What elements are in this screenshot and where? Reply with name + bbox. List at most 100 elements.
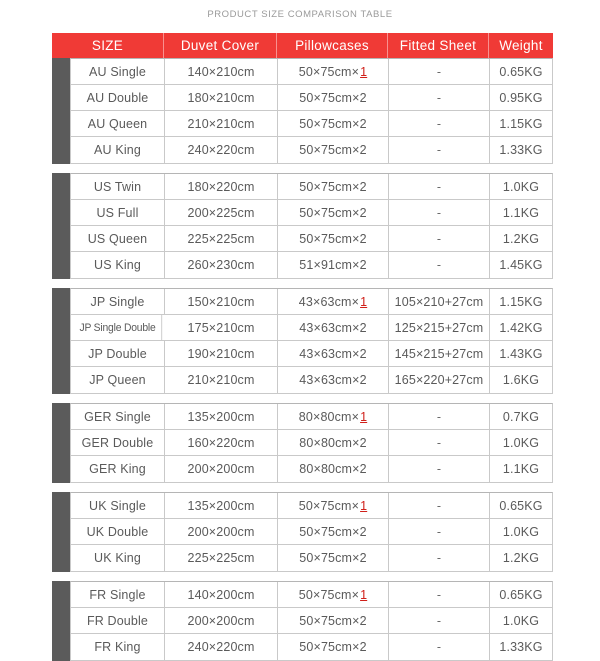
pillowcase-quantity: 2	[359, 640, 367, 654]
cell-fitted-sheet: -	[389, 608, 490, 633]
page-root: PRODUCT SIZE COMPARISON TABLE SIZE Duvet …	[0, 0, 600, 661]
cell-pillowcases: 50×75cm× 2	[278, 226, 389, 251]
pillowcase-quantity: 1	[360, 587, 368, 602]
cell-fitted-sheet: -	[389, 519, 490, 544]
table-row[interactable]: UK King 225×225cm 50×75cm× 2-1.2KG	[71, 545, 552, 571]
pillowcase-dimensions: 80×80cm×	[299, 435, 360, 450]
pillowcase-quantity: 2	[359, 205, 367, 220]
cell-fitted-sheet: 145×215+27cm	[389, 341, 490, 366]
cell-weight: 1.45KG	[499, 258, 543, 272]
pillowcase-quantity: 2	[359, 258, 367, 272]
cell-pillowcases: 50×75cm× 1	[278, 59, 389, 84]
size-comparison-table: SIZE Duvet Cover Pillowcases Fitted Sheet We…	[52, 33, 553, 661]
table-row[interactable]: AU King 240×220cm 50×75cm× 2-1.33KG	[71, 137, 552, 163]
cell-size: JP Single	[71, 289, 165, 314]
table-row[interactable]: FR Double 200×200cm 50×75cm× 2-1.0KG	[71, 608, 552, 634]
pillowcase-dimensions: 43×63cm×	[299, 346, 360, 361]
size-group-jp: JP Single 150×210cm 43×63cm× 1 105×210+27cm 1…	[52, 288, 553, 394]
group-marker-bar	[52, 58, 70, 164]
cell-duvet-cover: 140×210cm	[165, 59, 278, 84]
group-rows: UK Single 135×200cm 50×75cm× 1-0.65KG UK Dou…	[70, 492, 553, 572]
cell-duvet-cover: 140×200cm	[165, 582, 278, 607]
size-group-us: US Twin 180×220cm 50×75cm× 2-1.0KG US Full 20…	[52, 173, 553, 279]
table-row[interactable]: JP Single Double 175×210cm 43×63cm× 2 125×21…	[71, 315, 552, 341]
cell-size: JP Double	[71, 341, 165, 366]
cell-duvet-cover: 240×220cm	[165, 634, 278, 660]
pillowcase-dimensions: 80×80cm×	[299, 462, 360, 476]
cell-size: UK Single	[71, 493, 165, 518]
column-header-size: SIZE	[52, 33, 164, 58]
pillowcase-dimensions: 50×75cm×	[299, 524, 360, 539]
table-row[interactable]: AU Queen 210×210cm 50×75cm× 2-1.15KG	[71, 111, 552, 137]
cell-fitted-sheet: -	[389, 404, 490, 429]
size-group-au: AU Single 140×210cm 50×75cm× 1-0.65KG AU Dou…	[52, 58, 553, 164]
size-group-fr: FR Single 140×200cm 50×75cm× 1-0.65KG FR Dou…	[52, 581, 553, 661]
cell-duvet-cover: 200×200cm	[165, 519, 278, 544]
cell-duvet-cover: 190×210cm	[165, 341, 278, 366]
cell-duvet-cover: 210×210cm	[165, 111, 278, 136]
cell-duvet-cover: 225×225cm	[165, 545, 278, 571]
cell-duvet-cover: 240×220cm	[165, 137, 278, 163]
cell-pillowcases: 50×75cm× 2	[278, 545, 389, 571]
cell-pillowcases: 50×75cm× 2	[278, 519, 389, 544]
cell-size: US Queen	[71, 226, 165, 251]
cell-duvet-cover: 225×225cm	[165, 226, 278, 251]
cell-duvet-cover: 135×200cm	[165, 404, 278, 429]
pillowcase-quantity: 2	[359, 116, 367, 131]
pillowcase-quantity: 2	[359, 90, 367, 105]
group-marker-bar	[52, 403, 70, 483]
group-marker-bar	[52, 288, 70, 394]
cell-weight: 1.2KG	[502, 231, 540, 246]
cell-pillowcases: 50×75cm× 1	[278, 493, 389, 518]
cell-size: GER King	[71, 456, 165, 482]
table-row[interactable]: AU Single 140×210cm 50×75cm× 1-0.65KG	[71, 59, 552, 85]
cell-pillowcases: 50×75cm× 2	[278, 200, 389, 225]
pillowcase-quantity: 2	[359, 231, 367, 246]
pillowcase-dimensions: 50×75cm×	[299, 90, 360, 105]
cell-pillowcases: 50×75cm× 2	[278, 111, 389, 136]
cell-size: US King	[71, 252, 165, 278]
pillowcase-quantity: 1	[360, 294, 368, 309]
cell-size: AU Single	[71, 59, 165, 84]
table-row[interactable]: GER King 200×200cm 80×80cm× 2-1.1KG	[71, 456, 552, 482]
size-group-uk: UK Single 135×200cm 50×75cm× 1-0.65KG UK Dou…	[52, 492, 553, 572]
cell-weight: 1.0KG	[502, 435, 540, 450]
pillowcase-quantity: 2	[359, 143, 367, 157]
cell-weight: 1.1KG	[502, 462, 540, 476]
table-row[interactable]: UK Single 135×200cm 50×75cm× 1-0.65KG	[71, 493, 552, 519]
pillowcase-dimensions: 51×91cm×	[299, 258, 360, 272]
table-row[interactable]: FR Single 140×200cm 50×75cm× 1-0.65KG	[71, 582, 552, 608]
cell-pillowcases: 43×63cm× 2	[278, 341, 389, 366]
pillowcase-quantity: 2	[359, 524, 367, 539]
pillowcase-dimensions: 50×75cm×	[298, 64, 360, 79]
table-row[interactable]: JP Double 190×210cm 43×63cm× 2 145×215+27cm 1…	[71, 341, 552, 367]
pillowcase-quantity: 2	[359, 551, 367, 565]
cell-duvet-cover: 200×225cm	[165, 200, 278, 225]
table-row[interactable]: US King 260×230cm 51×91cm× 2-1.45KG	[71, 252, 552, 278]
cell-pillowcases: 50×75cm× 2	[278, 608, 389, 633]
pillowcase-quantity: 1	[360, 409, 368, 424]
table-row[interactable]: US Full 200×225cm 50×75cm× 2-1.1KG	[71, 200, 552, 226]
table-row[interactable]: AU Double 180×210cm 50×75cm× 2-0.95KG	[71, 85, 552, 111]
cell-fitted-sheet: -	[389, 634, 490, 660]
column-header-pillow: Pillowcases	[277, 33, 388, 58]
table-row[interactable]: FR King 240×220cm 50×75cm× 2-1.33KG	[71, 634, 552, 660]
table-row[interactable]: JP Queen 210×210cm 43×63cm× 2 165×220+27cm 1.…	[71, 367, 552, 393]
table-row[interactable]: JP Single 150×210cm 43×63cm× 1 105×210+27cm 1…	[71, 289, 552, 315]
cell-weight: 1.0KG	[502, 524, 540, 539]
table-row[interactable]: US Twin 180×220cm 50×75cm× 2-1.0KG	[71, 174, 552, 200]
table-row[interactable]: UK Double 200×200cm 50×75cm× 2-1.0KG	[71, 519, 552, 545]
cell-fitted-sheet: -	[389, 111, 490, 136]
cell-size: GER Single	[71, 404, 165, 429]
cell-fitted-sheet: -	[389, 545, 490, 571]
cell-size: AU Double	[71, 85, 165, 110]
cell-pillowcases: 50×75cm× 2	[278, 85, 389, 110]
table-row[interactable]: GER Double 160×220cm 80×80cm× 2-1.0KG	[71, 430, 552, 456]
table-row[interactable]: GER Single 135×200cm 80×80cm× 1-0.7KG	[71, 404, 552, 430]
column-header-weight: Weight	[499, 38, 543, 53]
table-row[interactable]: US Queen 225×225cm 50×75cm× 2-1.2KG	[71, 226, 552, 252]
cell-weight: 1.2KG	[502, 551, 540, 565]
cell-weight: 1.0KG	[502, 613, 540, 628]
cell-pillowcases: 50×75cm× 2	[278, 634, 389, 660]
cell-size: US Full	[71, 200, 165, 225]
